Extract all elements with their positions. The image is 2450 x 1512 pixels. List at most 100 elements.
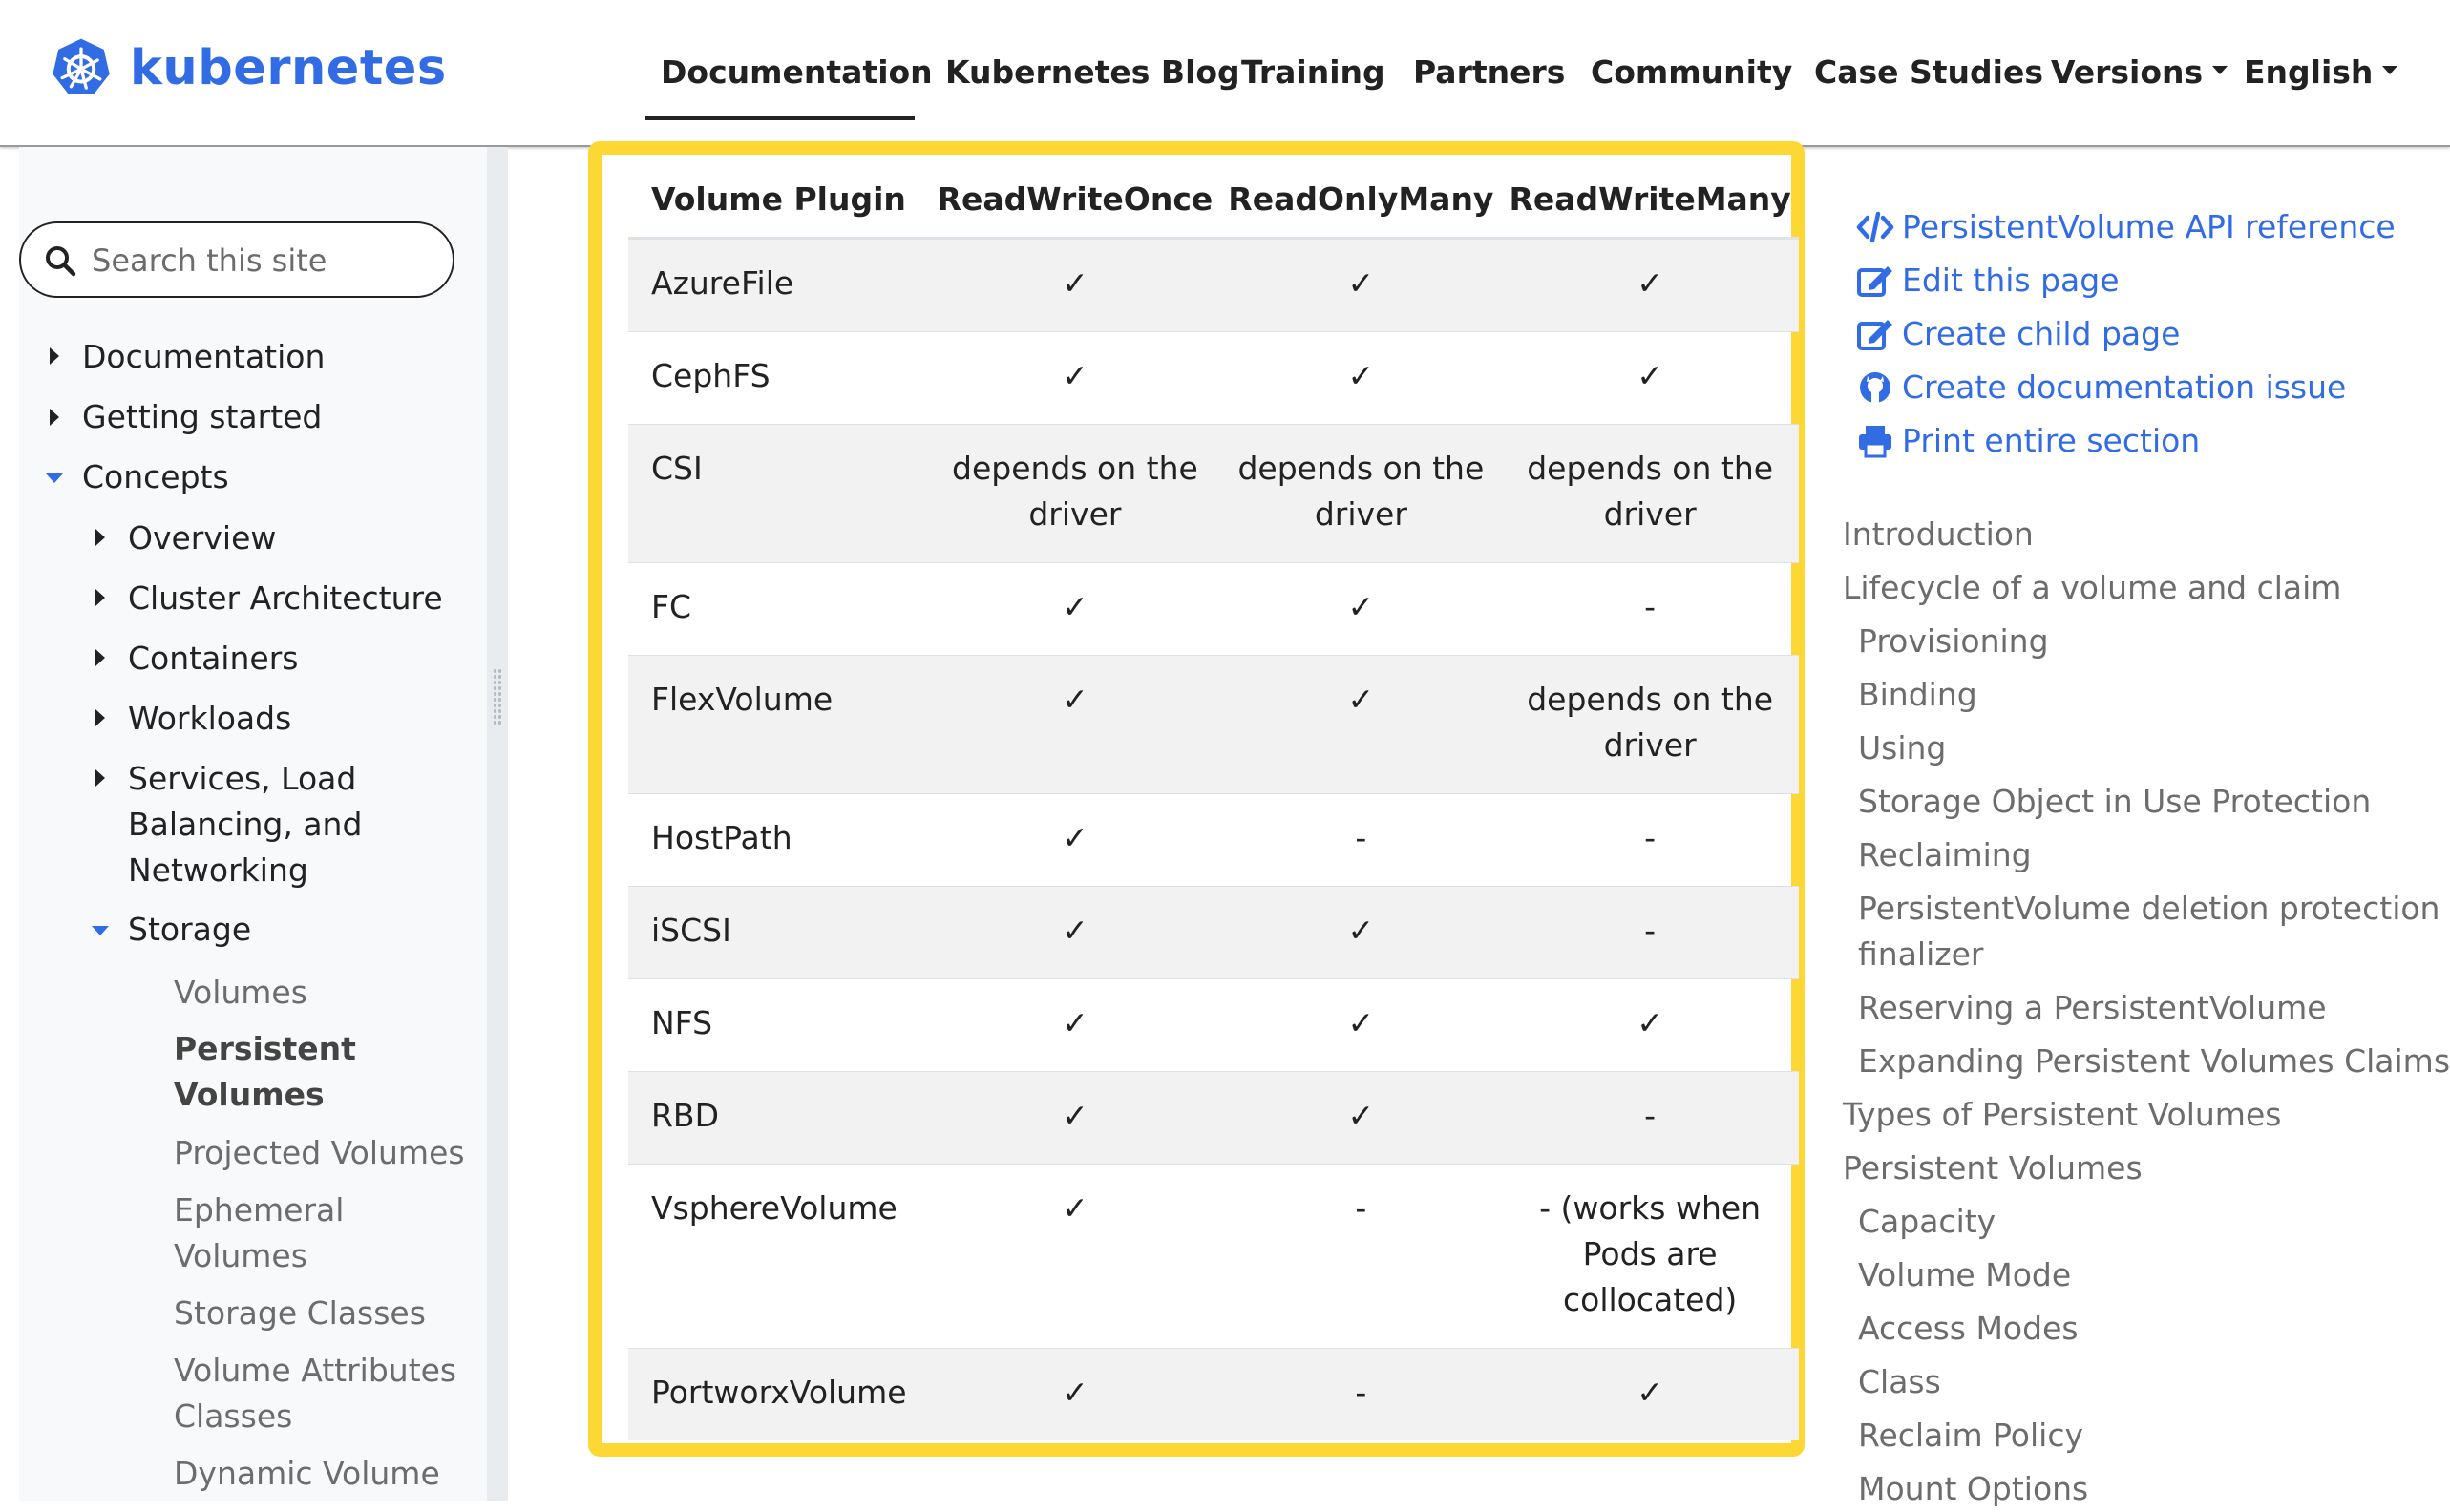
sidebar-item-documentation[interactable]: Documentation — [82, 334, 325, 380]
rwo-cell: ✓ — [929, 886, 1221, 979]
nav-kubernetes-blog[interactable]: Kubernetes Blog — [945, 53, 1240, 91]
edit-icon — [1857, 319, 1892, 350]
sidebar-item-persistent-volumes-line1[interactable]: Persistent — [174, 1026, 356, 1072]
print-section-label: Print entire section — [1902, 422, 2201, 459]
toc-item[interactable]: Reclaiming — [1858, 832, 2032, 878]
rom-cell: - — [1220, 1164, 1502, 1349]
kubernetes-logo[interactable]: kubernetes — [50, 36, 447, 99]
nav-community[interactable]: Community — [1591, 53, 1792, 91]
toc-item[interactable]: Capacity — [1858, 1199, 1996, 1245]
nav-versions-dropdown[interactable]: Versions — [2051, 53, 2228, 91]
rom-cell: depends on the driver — [1220, 424, 1502, 563]
rom-cell: ✓ — [1220, 886, 1502, 979]
expand-arrow-icon[interactable] — [95, 589, 105, 606]
toc-item[interactable]: Persistent Volumes — [1843, 1145, 2143, 1191]
sidebar-item-vac-line1[interactable]: Volume Attributes — [174, 1348, 456, 1394]
rwm-cell: depends on the driver — [1501, 655, 1799, 794]
rwo-cell: ✓ — [929, 793, 1221, 887]
toc-item[interactable]: Provisioning — [1858, 619, 2049, 664]
plugin-cell: HostPath — [628, 793, 930, 887]
sidebar-item-getting-started[interactable]: Getting started — [82, 394, 322, 440]
collapse-arrow-icon[interactable] — [46, 473, 63, 483]
toc-item[interactable]: Types of Persistent Volumes — [1843, 1092, 2281, 1138]
sidebar-item-containers[interactable]: Containers — [128, 636, 298, 682]
print-section-link[interactable]: Print entire section — [1856, 422, 2200, 459]
sidebar-item-workloads[interactable]: Workloads — [128, 696, 291, 742]
expand-arrow-icon[interactable] — [95, 769, 105, 787]
sidebar-item-dynamic-volume[interactable]: Dynamic Volume — [174, 1451, 440, 1497]
rom-cell: ✓ — [1220, 331, 1502, 425]
table-row: RBD ✓ ✓ - — [628, 1071, 1799, 1165]
plugin-cell: FlexVolume — [628, 655, 930, 794]
rwo-cell: depends on the driver — [929, 424, 1221, 563]
sidebar-item-vac-line2[interactable]: Classes — [174, 1394, 292, 1439]
toc-item[interactable]: Access Modes — [1858, 1306, 2079, 1352]
toc-item[interactable]: Storage Object in Use Protection — [1858, 779, 2371, 825]
sidebar-item-services-line3[interactable]: Networking — [128, 848, 308, 893]
sidebar-item-concepts[interactable]: Concepts — [82, 454, 229, 500]
sidebar-item-services-line2[interactable]: Balancing, and — [128, 802, 362, 848]
toc-item[interactable]: Binding — [1858, 672, 1977, 718]
rwm-cell: ✓ — [1501, 1348, 1799, 1440]
table-row: VsphereVolume ✓ - - (works when Pods are… — [628, 1164, 1799, 1349]
sidebar-item-storage[interactable]: Storage — [128, 907, 251, 953]
create-issue-label: Create documentation issue — [1902, 368, 2347, 406]
toc-item[interactable]: PersistentVolume deletion protection — [1858, 886, 2439, 932]
plugin-cell: CephFS — [628, 331, 930, 425]
rom-cell: - — [1220, 1348, 1502, 1440]
create-child-page-link[interactable]: Create child page — [1856, 315, 2180, 352]
plugin-cell: CSI — [628, 424, 930, 563]
sidebar-item-services-line1[interactable]: Services, Load — [128, 756, 356, 802]
toc-item[interactable]: Reclaim Policy — [1858, 1413, 2083, 1459]
sidebar-item-volumes[interactable]: Volumes — [174, 970, 307, 1016]
expand-arrow-icon[interactable] — [50, 409, 59, 426]
rwm-cell: - — [1501, 886, 1799, 979]
sidebar-item-overview[interactable]: Overview — [128, 515, 276, 561]
table-row: AzureFile ✓ ✓ ✓ — [628, 238, 1799, 332]
expand-arrow-icon[interactable] — [95, 709, 105, 726]
toc-item[interactable]: finalizer — [1858, 932, 1983, 977]
search-box[interactable] — [19, 221, 454, 298]
plugin-cell: PortworxVolume — [628, 1348, 930, 1440]
toc-item[interactable]: Reserving a PersistentVolume — [1858, 985, 2327, 1031]
plugin-cell: RBD — [628, 1071, 930, 1165]
sidebar-item-ephemeral-volumes-line2[interactable]: Volumes — [174, 1233, 307, 1279]
plugin-cell: iSCSI — [628, 886, 930, 979]
rwm-cell: ✓ — [1501, 238, 1799, 332]
search-input[interactable] — [90, 237, 437, 284]
rom-cell: - — [1220, 793, 1502, 887]
collapse-arrow-icon[interactable] — [92, 926, 109, 935]
nav-partners[interactable]: Partners — [1413, 53, 1565, 91]
grip-dots-icon[interactable] — [493, 668, 502, 725]
edit-page-link[interactable]: Edit this page — [1856, 262, 2120, 299]
sidebar-item-ephemeral-volumes-line1[interactable]: Ephemeral — [174, 1187, 344, 1233]
rwo-cell: ✓ — [929, 1348, 1221, 1440]
toc-item[interactable]: Using — [1858, 725, 1946, 771]
toc-item[interactable]: Expanding Persistent Volumes Claims — [1858, 1039, 2450, 1084]
expand-arrow-icon[interactable] — [95, 649, 105, 666]
nav-case-studies[interactable]: Case Studies — [1814, 53, 2043, 91]
toc-item[interactable]: Mount Options — [1858, 1466, 2088, 1512]
rwm-cell: depends on the driver — [1501, 424, 1799, 563]
expand-arrow-icon[interactable] — [50, 347, 59, 365]
nav-training[interactable]: Training — [1241, 53, 1385, 91]
sidebar-item-persistent-volumes-line2[interactable]: Volumes — [174, 1072, 325, 1118]
toc-item[interactable]: Volume Mode — [1858, 1252, 2071, 1298]
sidebar-item-projected-volumes[interactable]: Projected Volumes — [174, 1130, 465, 1176]
kubernetes-helm-icon — [53, 38, 110, 94]
nav-language-dropdown[interactable]: English — [2244, 53, 2398, 91]
api-reference-link[interactable]: PersistentVolume API reference — [1856, 208, 2396, 245]
caret-down-icon — [2212, 66, 2228, 74]
toc-item[interactable]: Lifecycle of a volume and claim — [1843, 565, 2341, 611]
sidebar-item-cluster-architecture[interactable]: Cluster Architecture — [128, 576, 443, 621]
rwo-cell: ✓ — [929, 238, 1221, 332]
sidebar-resize-handle[interactable] — [487, 147, 508, 1501]
col-header-readonlymany: ReadOnlyMany — [1220, 160, 1502, 240]
table-row: PortworxVolume ✓ - ✓ — [628, 1348, 1799, 1440]
sidebar-item-storage-classes[interactable]: Storage Classes — [174, 1291, 426, 1336]
toc-item[interactable]: Introduction — [1843, 512, 2034, 557]
nav-documentation[interactable]: Documentation — [661, 53, 933, 91]
expand-arrow-icon[interactable] — [95, 529, 105, 546]
toc-item[interactable]: Class — [1858, 1359, 1941, 1405]
create-issue-link[interactable]: Create documentation issue — [1856, 368, 2346, 406]
